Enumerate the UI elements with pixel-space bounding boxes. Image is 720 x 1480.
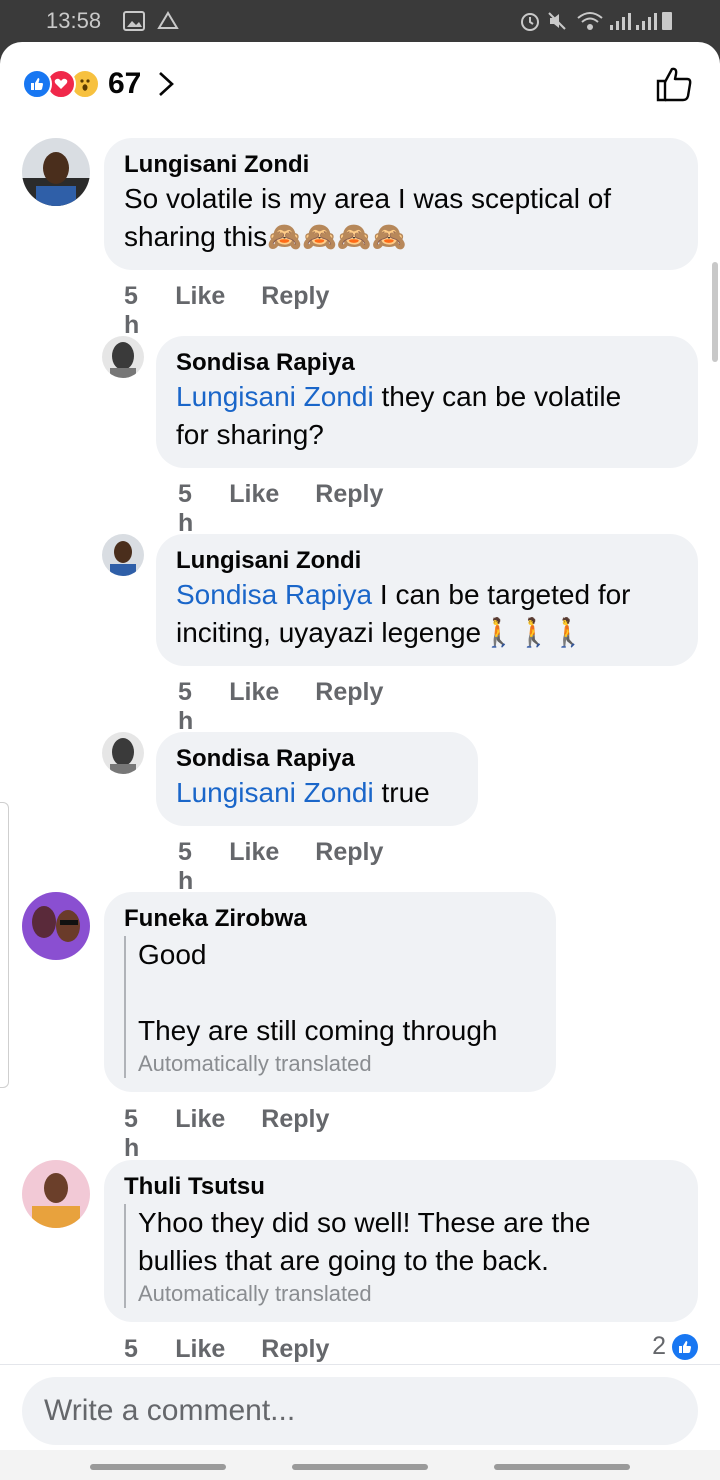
like-button[interactable]: Like [229, 480, 279, 538]
battery-icon [662, 12, 672, 30]
like-button[interactable]: Like [229, 838, 279, 896]
like-button[interactable]: Like [175, 282, 225, 340]
avatar[interactable] [102, 534, 144, 576]
comments-sheet: 67 Lungisani Zondi So volatile is my are… [0, 42, 720, 1480]
emoji-walking: 🚶🚶🚶 [481, 617, 586, 648]
comment-author[interactable]: Lungisani Zondi [176, 546, 676, 576]
comment-time: 5 h [124, 1105, 140, 1162]
nav-back-button[interactable] [494, 1464, 630, 1470]
translation-note[interactable]: Automatically translated [138, 1050, 534, 1078]
reply-button[interactable]: Reply [261, 1105, 329, 1163]
comment-actions: 5 h Like Reply [178, 678, 419, 736]
comment-bubble[interactable]: Lungisani Zondi Sondisa Rapiya I can be … [156, 534, 698, 666]
gallery-icon [123, 11, 145, 31]
emoji-see-no-evil: 🙈🙈🙈🙈 [267, 221, 407, 252]
comment-author[interactable]: Sondisa Rapiya [176, 348, 676, 378]
comment-actions: 5 h Like Reply [124, 282, 365, 340]
like-button[interactable]: Like [229, 678, 279, 736]
translation-note[interactable]: Automatically translated [138, 1280, 676, 1308]
mention-link[interactable]: Sondisa Rapiya [176, 579, 372, 610]
drive-icon [157, 11, 179, 29]
comment-text-line: Yhoo they did so well! These are the [138, 1207, 591, 1238]
comment-actions: 5 h Like Reply [178, 480, 419, 538]
reaction-count: 67 [108, 67, 142, 100]
like-reaction-icon [672, 1333, 698, 1360]
avatar[interactable] [22, 138, 90, 206]
avatar[interactable] [22, 1160, 90, 1228]
comment-text: Lungisani Zondi they can be volatile for… [176, 381, 622, 450]
comment-time: 5 h [178, 678, 194, 735]
reply-button[interactable]: Reply [315, 678, 383, 736]
comment-text: Lungisani Zondi true [176, 777, 430, 808]
comment-author[interactable]: Lungisani Zondi [124, 150, 676, 180]
comment-text-line: bullies that are going to the back. [138, 1245, 549, 1276]
mention-link[interactable]: Lungisani Zondi [176, 777, 374, 808]
mute-icon [548, 12, 566, 30]
comment-text-line: They are still coming through [138, 1015, 498, 1046]
comment-like-count[interactable]: 2 [652, 1332, 698, 1361]
comment-author[interactable]: Sondisa Rapiya [176, 744, 456, 774]
avatar[interactable] [22, 892, 90, 960]
chevron-right-icon[interactable] [157, 70, 175, 98]
translated-quote: Good They are still coming through Autom… [124, 936, 534, 1078]
like-reaction-icon [22, 69, 52, 99]
edge-handle [0, 802, 9, 1088]
signal-icon-2 [636, 13, 657, 30]
comment-actions: 5 h Like Reply [124, 1105, 365, 1163]
comment-author[interactable]: Thuli Tsutsu [124, 1172, 676, 1202]
status-bar: 13:58 [0, 0, 720, 42]
translated-quote: Yhoo they did so well! These are the bul… [124, 1204, 676, 1308]
wifi-icon [577, 12, 603, 30]
comment-bubble[interactable]: Thuli Tsutsu Yhoo they did so well! Thes… [104, 1160, 698, 1322]
avatar[interactable] [102, 732, 144, 774]
comment-bubble[interactable]: Sondisa Rapiya Lungisani Zondi true [156, 732, 478, 826]
signal-icon [610, 13, 631, 30]
comment-bubble[interactable]: Lungisani Zondi So volatile is my area I… [104, 138, 698, 270]
comment-bubble[interactable]: Sondisa Rapiya Lungisani Zondi they can … [156, 336, 698, 468]
comment-text: Sondisa Rapiya I can be targeted for inc… [176, 579, 631, 648]
comment-time: 5 h [124, 282, 140, 339]
nav-home-button[interactable] [292, 1464, 428, 1470]
reply-button[interactable]: Reply [315, 838, 383, 896]
avatar[interactable] [102, 336, 144, 378]
alarm-icon [521, 13, 539, 31]
scrollbar[interactable] [712, 262, 718, 362]
comment-author[interactable]: Funeka Zirobwa [124, 904, 534, 934]
nav-recents-button[interactable] [90, 1464, 226, 1470]
comment-bubble[interactable]: Funeka Zirobwa Good They are still comin… [104, 892, 556, 1092]
comment-text: So volatile is my area I was sceptical o… [124, 183, 612, 252]
like-button[interactable]: Like [175, 1105, 225, 1163]
thumbs-up-outline-icon[interactable] [654, 64, 694, 104]
comment-text-line: Good [138, 939, 207, 970]
reply-button[interactable]: Reply [261, 282, 329, 340]
status-time: 13:58 [46, 8, 102, 33]
comment-actions: 5 h Like Reply [178, 838, 419, 896]
reactions-summary[interactable]: 67 [22, 64, 175, 104]
mention-link[interactable]: Lungisani Zondi [176, 381, 374, 412]
comment-input[interactable]: Write a comment... [22, 1377, 698, 1445]
comment-time: 5 h [178, 480, 194, 537]
comment-time: 5 h [178, 838, 194, 895]
reply-button[interactable]: Reply [315, 480, 383, 538]
